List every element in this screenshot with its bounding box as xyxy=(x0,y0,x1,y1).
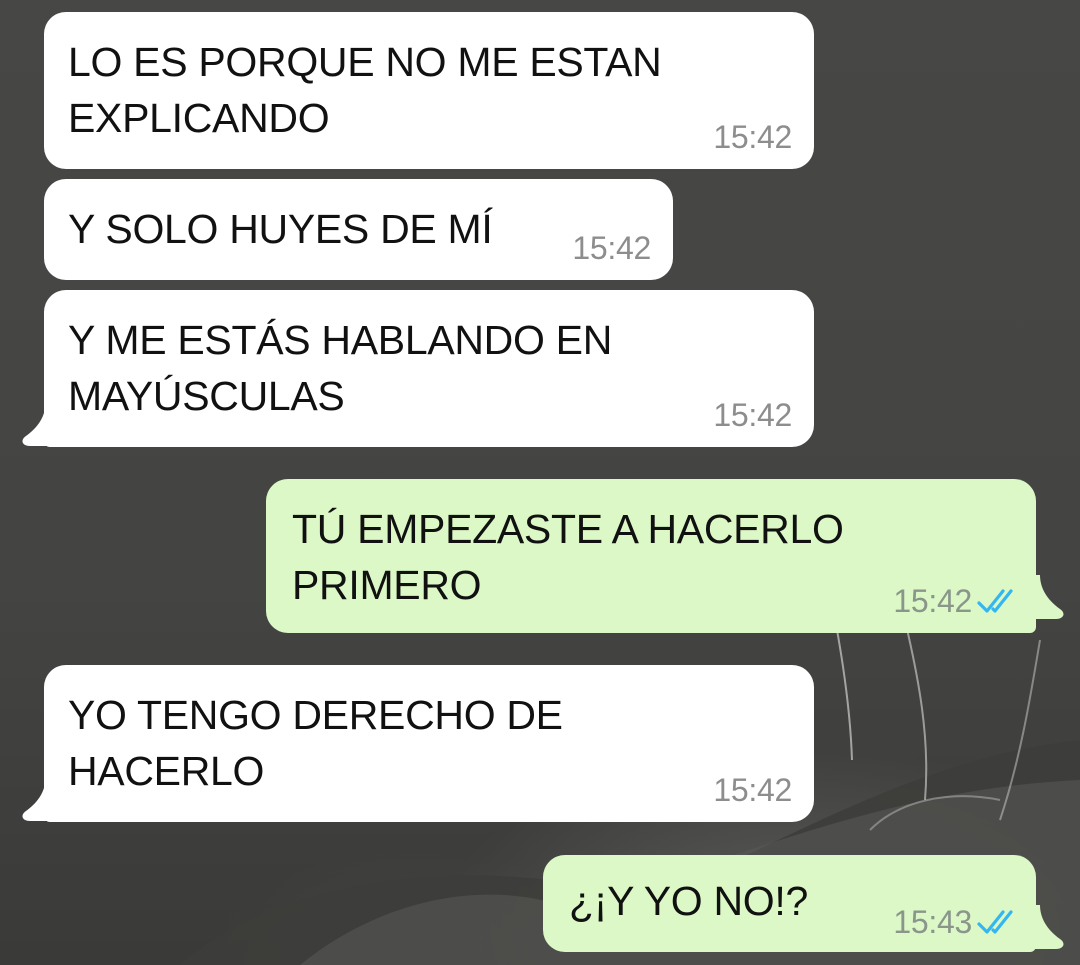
message-meta: 15:42 xyxy=(572,230,651,266)
read-double-check-icon xyxy=(977,910,1013,934)
message-text: LO ES PORQUE NO ME ESTAN EXPLICANDO xyxy=(68,39,662,141)
message-meta: 15:42 xyxy=(713,397,792,433)
message-text: ¿¡Y YO NO!? xyxy=(569,878,808,924)
message-text: TÚ EMPEZASTE A HACERLO PRIMERO xyxy=(292,506,844,608)
message-meta: 15:42 xyxy=(713,119,792,155)
outgoing-message[interactable]: TÚ EMPEZASTE A HACERLO PRIMERO 15:42 xyxy=(266,479,1036,633)
message-time: 15:43 xyxy=(893,904,972,940)
incoming-message[interactable]: Y SOLO HUYES DE MÍ 15:42 xyxy=(44,179,673,280)
message-time: 15:42 xyxy=(572,230,651,266)
message-meta: 15:42 xyxy=(713,772,792,808)
incoming-message[interactable]: YO TENGO DERECHO DE HACERLO 15:42 xyxy=(44,665,814,822)
message-text: YO TENGO DERECHO DE HACERLO xyxy=(68,692,563,794)
incoming-message[interactable]: Y ME ESTÁS HABLANDO EN MAYÚSCULAS 15:42 xyxy=(44,290,814,447)
message-meta: 15:43 xyxy=(893,904,1022,940)
outgoing-message[interactable]: ¿¡Y YO NO!? 15:43 xyxy=(543,855,1036,952)
read-double-check-icon xyxy=(977,589,1013,613)
message-text: Y ME ESTÁS HABLANDO EN MAYÚSCULAS xyxy=(68,317,613,419)
message-text: Y SOLO HUYES DE MÍ xyxy=(68,206,493,252)
message-time: 15:42 xyxy=(713,119,792,155)
message-meta: 15:42 xyxy=(893,583,1022,619)
incoming-message[interactable]: LO ES PORQUE NO ME ESTAN EXPLICANDO 15:4… xyxy=(44,12,814,169)
message-time: 15:42 xyxy=(713,772,792,808)
message-time: 15:42 xyxy=(893,583,972,619)
message-time: 15:42 xyxy=(713,397,792,433)
